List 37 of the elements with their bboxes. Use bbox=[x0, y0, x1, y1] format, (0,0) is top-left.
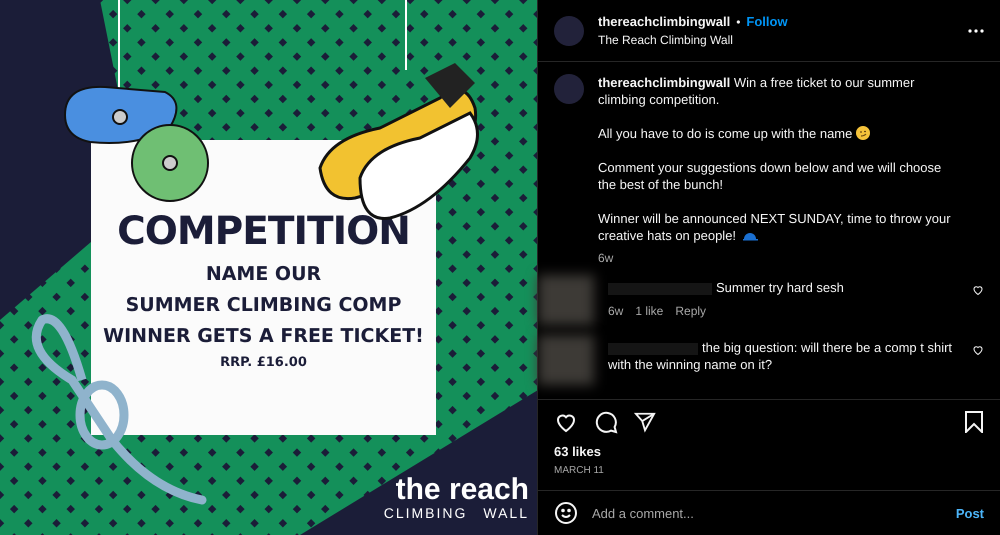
reply-link[interactable]: Reply bbox=[675, 304, 706, 318]
caption-text: Winner will be announced NEXT SUNDAY, time to throw your creative hats on people! bbox=[598, 210, 952, 244]
poster-title: COMPETITION bbox=[117, 212, 410, 251]
poster-price: RRP. £16.00 bbox=[220, 355, 307, 370]
brand-logo-text: the reach bbox=[396, 475, 529, 505]
blurred-avatar bbox=[538, 275, 594, 325]
share-icon[interactable] bbox=[634, 411, 656, 433]
username[interactable]: thereachclimbingwall bbox=[598, 14, 730, 29]
smirk-face-icon bbox=[856, 126, 870, 140]
likes-count[interactable]: 63 likes bbox=[554, 444, 984, 459]
comment-icon[interactable] bbox=[594, 410, 618, 434]
comment-text: Summer try hard sesh bbox=[608, 279, 958, 296]
blurred-avatar bbox=[538, 335, 594, 385]
comment-text: the big question: will there be a comp t shirt with the winning name on it? bbox=[608, 339, 954, 373]
like-icon[interactable] bbox=[972, 284, 984, 296]
bookmark-icon[interactable] bbox=[964, 411, 984, 433]
comment-meta: 6w bbox=[608, 304, 624, 318]
account-name: The Reach Climbing Wall bbox=[598, 33, 734, 47]
username[interactable]: thereachclimbingwall bbox=[598, 75, 730, 90]
follow-link[interactable]: Follow bbox=[746, 14, 788, 29]
emoji-icon[interactable] bbox=[554, 501, 578, 525]
brand-logo-text: WALL bbox=[483, 505, 529, 521]
post-button[interactable]: Post bbox=[956, 506, 984, 520]
like-icon[interactable] bbox=[972, 344, 984, 356]
comment-meta: 1 like bbox=[635, 304, 664, 318]
poster-text: SUMMER CLIMBING COMP bbox=[126, 294, 402, 316]
post-age: 6w bbox=[598, 251, 614, 265]
poster-text: WINNER GETS A FREE TICKET! bbox=[103, 325, 424, 347]
comment-input[interactable]: Add a comment... bbox=[590, 504, 944, 522]
separator-dot: • bbox=[736, 14, 740, 28]
post-date: MARCH 11 bbox=[554, 465, 605, 476]
caption-text: thereachclimbingwall Win a free ticket to our summer climbing competition. bbox=[598, 74, 916, 108]
brand-logo-text: CLIMBING bbox=[384, 505, 468, 521]
poster-text: NAME OUR bbox=[206, 263, 322, 285]
caption-text: Comment your suggestions down below and we will choose the best of the bunch! bbox=[598, 159, 942, 193]
more-options-icon[interactable] bbox=[968, 28, 984, 32]
caption-text: All you have to do is come up with the name bbox=[598, 125, 958, 142]
